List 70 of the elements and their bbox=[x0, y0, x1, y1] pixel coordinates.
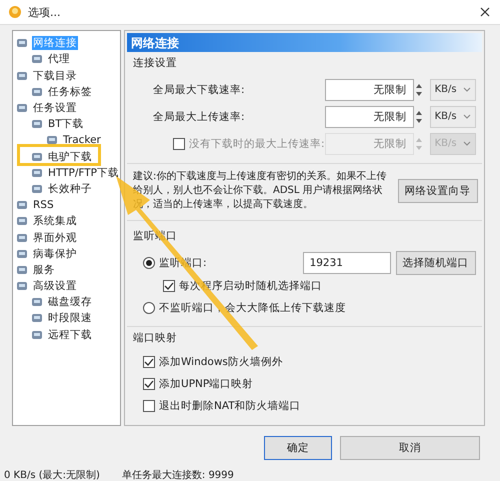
option-label: 不监听端口，会大大降低上传下载速度 bbox=[159, 301, 346, 316]
close-icon[interactable] bbox=[480, 7, 490, 18]
tree-item-icon bbox=[16, 199, 28, 212]
tree-item[interactable]: 任务标签 bbox=[47, 84, 93, 99]
tree-item-icon bbox=[16, 248, 28, 260]
tree-item[interactable]: 代理 bbox=[47, 52, 71, 66]
tree-item-icon bbox=[31, 166, 43, 179]
tree-item-icon bbox=[46, 134, 58, 146]
tree-item-icon bbox=[16, 232, 28, 244]
tree-item-icon bbox=[31, 312, 43, 324]
tree-item-icon bbox=[16, 264, 28, 276]
checkbox[interactable] bbox=[143, 356, 156, 368]
tree-item-icon bbox=[16, 215, 28, 228]
ok-button[interactable]: 确定 bbox=[264, 436, 332, 460]
tree-item-icon bbox=[16, 37, 28, 50]
field-label: 没有下载时的最大上传速率: bbox=[189, 136, 325, 151]
panel-title: 网络连接 bbox=[127, 33, 482, 52]
tree-item[interactable]: 高级设置 bbox=[32, 279, 78, 294]
unit-select[interactable]: KB/s bbox=[430, 106, 476, 128]
status-text: 0 KB/s (最大:无限制) bbox=[4, 468, 100, 481]
tree-item[interactable]: 远程下载 bbox=[47, 328, 93, 342]
tree-item[interactable]: BT下载 bbox=[47, 117, 85, 132]
tree-item[interactable]: 时段限速 bbox=[47, 311, 93, 326]
app-icon bbox=[8, 5, 22, 20]
status-text: 单任务最大连接数: 9999 bbox=[122, 468, 234, 481]
field-label: 全局最大上传速率: bbox=[153, 110, 246, 124]
tree-item-icon bbox=[31, 53, 43, 66]
tree-item[interactable]: RSS bbox=[32, 199, 55, 212]
tree-item[interactable]: 电驴下载 bbox=[47, 150, 93, 164]
speed-field[interactable]: 无限制 bbox=[324, 106, 414, 128]
window-title: 选项... bbox=[28, 4, 62, 20]
tree-item[interactable]: 服务 bbox=[32, 262, 56, 277]
cancel-button[interactable]: 取消 bbox=[340, 436, 480, 460]
tree-item-icon bbox=[31, 296, 43, 308]
unit-select[interactable]: KB/s bbox=[430, 78, 476, 101]
tree-item[interactable]: 任务设置 bbox=[32, 101, 78, 115]
tree-item[interactable]: 病毒保护 bbox=[32, 246, 78, 261]
tree-item-icon bbox=[16, 280, 28, 292]
port-field[interactable]: 19231 bbox=[302, 252, 391, 274]
radio-button[interactable] bbox=[143, 256, 156, 269]
wizard-button[interactable]: 网络设置向导 bbox=[398, 179, 478, 204]
chevron-down-icon bbox=[462, 86, 471, 93]
group-heading: 端口映射 bbox=[133, 331, 178, 346]
checkbox[interactable] bbox=[163, 280, 176, 292]
chevron-down-icon bbox=[462, 114, 471, 120]
field-label: 全局最大下载速率: bbox=[153, 82, 246, 97]
tree-item[interactable]: 磁盘缓存 bbox=[47, 295, 93, 310]
tree-item[interactable]: HTTP/FTP下载 bbox=[47, 166, 120, 180]
tree-item[interactable]: 界面外观 bbox=[32, 230, 78, 244]
tree-item[interactable]: 下载目录 bbox=[32, 68, 78, 83]
chevron-down-icon bbox=[462, 140, 471, 147]
group-heading: 连接设置 bbox=[133, 56, 178, 70]
tree-item[interactable]: 系统集成 bbox=[32, 214, 78, 228]
option-label: 添加Windows防火墙例外 bbox=[159, 355, 283, 370]
checkbox[interactable] bbox=[143, 400, 156, 412]
tree-item-icon bbox=[31, 182, 43, 195]
tree-item-icon bbox=[31, 328, 43, 341]
tree-item[interactable]: 长效种子 bbox=[47, 182, 93, 196]
speed-field[interactable]: 无限制 bbox=[324, 78, 414, 101]
tree-item-icon bbox=[31, 118, 43, 130]
tree-item-icon bbox=[31, 86, 43, 98]
tree-item-icon bbox=[31, 150, 43, 163]
option-label: 退出时删除NAT和防火墙端口 bbox=[159, 399, 301, 414]
radio-button[interactable] bbox=[143, 302, 156, 314]
tree-item[interactable]: Tracker bbox=[62, 134, 102, 146]
random-port-button[interactable]: 选择随机端口 bbox=[396, 250, 476, 275]
tree-item-icon bbox=[16, 102, 28, 114]
checkbox[interactable] bbox=[143, 378, 156, 390]
option-label: 添加UPNP端口映射 bbox=[159, 377, 254, 392]
tree-item-icon bbox=[16, 70, 28, 82]
